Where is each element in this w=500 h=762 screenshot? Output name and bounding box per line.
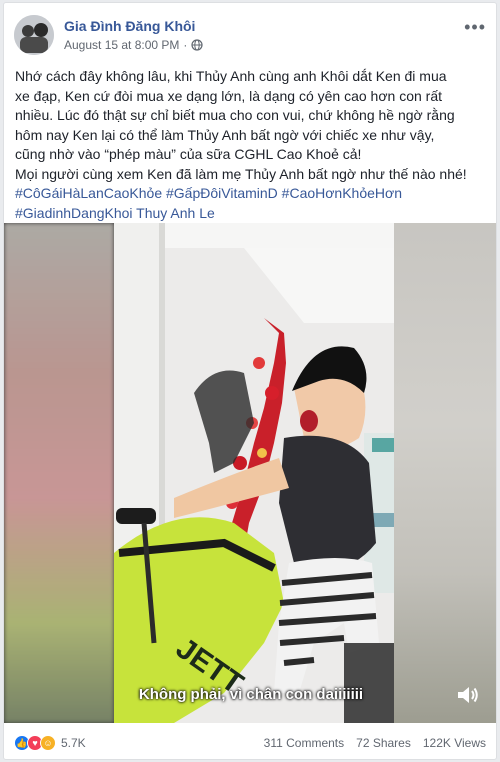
meta-separator: · (183, 38, 188, 52)
post-meta: August 15 at 8:00 PM · (64, 38, 204, 52)
globe-icon[interactable] (191, 39, 204, 51)
video-still-image: JETT (114, 223, 394, 723)
post-card: Gia Đình Đăng Khôi August 15 at 8:00 PM … (3, 2, 497, 760)
post-text-line: Mọi người cùng xem Ken đã làm mẹ Thủy An… (15, 165, 467, 182)
video-frame: JETT (114, 223, 394, 723)
post-text-line: nhiều. Lúc đó thật sự chỉ biết mua cho c… (15, 107, 455, 123)
hashtags-line-2[interactable]: #GiadinhDangKhoi Thuy Anh Le (15, 204, 488, 224)
video-player[interactable]: JETT Không phải, vì chân con daiiiiiii (4, 223, 496, 723)
post-text-line: hôm nay Ken lại có thể làm Thủy Anh bất … (15, 126, 435, 143)
video-subtitle: Không phải, vì chân con daiiiiiii (138, 686, 364, 703)
page-avatar[interactable] (14, 15, 54, 55)
page-name[interactable]: Gia Đình Đăng Khôi (64, 18, 195, 34)
post-body: Nhớ cách đây không lâu, khi Thủy Anh cùn… (15, 67, 488, 223)
hashtags-line-1[interactable]: #CôGáiHàLanCaoKhỏe #GấpĐôiVitaminD #CaoH… (15, 184, 488, 204)
reactions-summary[interactable]: 👍 ♥ ☺ 5.7K (14, 735, 86, 751)
post-text-line: xe đạp, Ken cứ đòi mua xe dạng lớn, là d… (15, 87, 442, 104)
post-stats: 311 Comments 72 Shares 122K Views (264, 736, 486, 750)
haha-icon: ☺ (40, 735, 56, 751)
avatar-image (14, 15, 54, 55)
post-text-line: cũng nhờ vào “phép màu” của sữa CGHL Cao… (15, 146, 362, 162)
video-blur-right (394, 223, 496, 723)
post-text-line: Nhớ cách đây không lâu, khi Thủy Anh cùn… (15, 68, 447, 84)
video-blur-left (4, 223, 114, 723)
comments-count[interactable]: 311 Comments (264, 736, 344, 750)
more-options-icon[interactable]: ••• (464, 17, 486, 38)
post-header: Gia Đình Đăng Khôi August 15 at 8:00 PM … (14, 13, 486, 57)
post-timestamp[interactable]: August 15 at 8:00 PM (64, 38, 179, 52)
post-footer: 👍 ♥ ☺ 5.7K 311 Comments 72 Shares 122K V… (14, 732, 486, 754)
volume-icon[interactable] (456, 685, 480, 705)
shares-count[interactable]: 72 Shares (356, 736, 411, 750)
reaction-count[interactable]: 5.7K (61, 736, 86, 750)
views-count: 122K Views (422, 736, 486, 750)
